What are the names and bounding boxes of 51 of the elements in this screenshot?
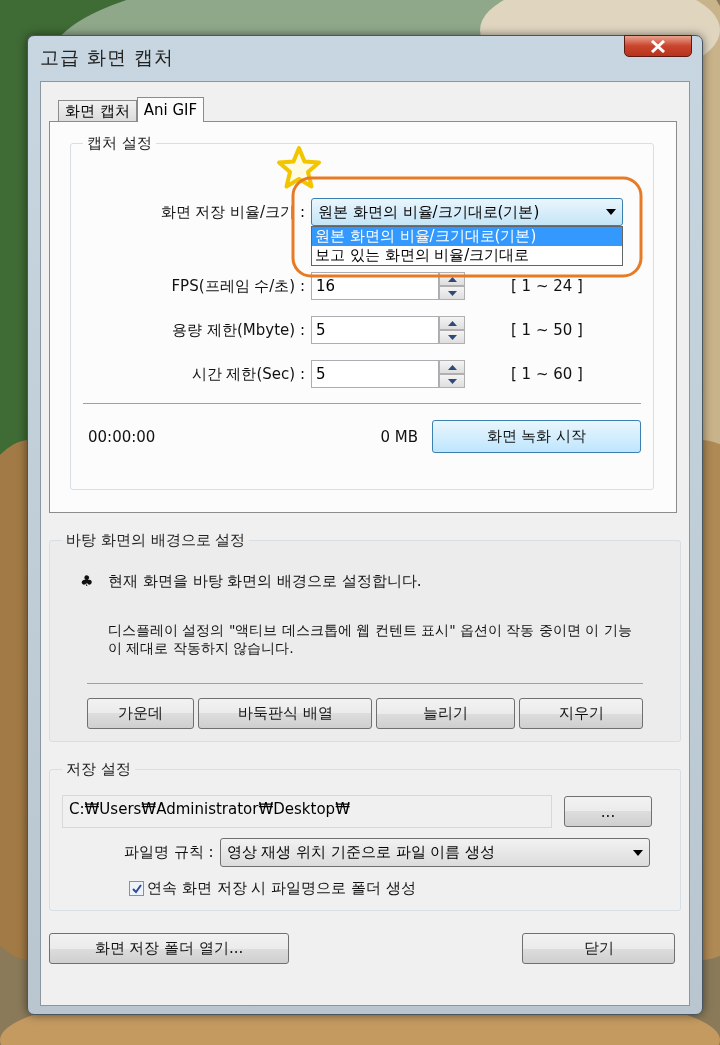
record-button[interactable]: 화면 녹화 시작 xyxy=(432,420,641,453)
number-field[interactable]: 5 xyxy=(311,316,439,344)
browse-button[interactable]: ... xyxy=(564,796,652,827)
open-folder-button[interactable]: 화면 저장 폴더 열기... xyxy=(49,933,289,964)
caret-icon xyxy=(606,209,616,215)
file-size: 0 MB xyxy=(380,427,418,446)
field-label: 용량 제한(Mbyte) : xyxy=(171,320,306,340)
spin-down-button[interactable] xyxy=(439,374,465,388)
up-arrow-icon xyxy=(447,320,457,326)
down-arrow-icon xyxy=(447,378,457,384)
spin-up-button[interactable] xyxy=(439,316,465,330)
down-arrow-icon xyxy=(447,334,457,340)
checkbox-label: 연속 화면 저장 시 파일명으로 폴더 생성 xyxy=(147,879,416,898)
spin-up-button[interactable] xyxy=(439,360,465,374)
number-field[interactable]: 16 xyxy=(311,272,439,300)
group-title: 캡처 설정 xyxy=(86,134,153,153)
up-arrow-icon xyxy=(447,364,457,370)
window-title: 고급 화면 캡처 xyxy=(40,45,175,70)
elapsed-time: 00:00:00 xyxy=(88,427,157,446)
number-field[interactable]: 5 xyxy=(311,360,439,388)
star-icon xyxy=(277,146,321,190)
close-icon xyxy=(650,39,666,53)
ratio-dropdown[interactable]: 원본 화면의 비율/크기대로(기본) xyxy=(311,198,623,226)
checkbox[interactable] xyxy=(129,881,144,896)
field-label: 시간 제한(Sec) : xyxy=(190,364,306,384)
close-dialog-button[interactable]: 닫기 xyxy=(522,933,675,964)
range-label: [ 1 ~ 24 ] xyxy=(511,277,583,295)
spin-down-button[interactable] xyxy=(439,286,465,300)
field-label: 파일명 규칙 : xyxy=(124,843,214,862)
wallpaper-button[interactable]: 늘리기 xyxy=(376,698,516,729)
group-title: 저장 설정 xyxy=(65,760,132,779)
range-label: [ 1 ~ 60 ] xyxy=(511,365,583,383)
path-field[interactable]: C:₩Users₩Administrator₩Desktop₩ xyxy=(62,795,552,828)
wallpaper-button[interactable]: 가운데 xyxy=(87,698,195,729)
group-title: 바탕 화면의 배경으로 설정 xyxy=(65,531,247,550)
down-arrow-icon xyxy=(447,290,457,296)
wallpaper-button[interactable]: 바둑판식 배열 xyxy=(198,698,373,729)
caret-icon xyxy=(632,849,643,856)
wallpaper-button[interactable]: 지우기 xyxy=(519,698,643,729)
warning-text: 디스플레이 설정의 "액티브 데스크톱에 웹 컨텐트 표시" 옵션이 작동 중이면 이 기능이 제대로 작동하지 않습니다. xyxy=(108,621,633,657)
up-arrow-icon xyxy=(447,276,457,282)
field-label: FPS(프레임 수/초) : xyxy=(170,276,306,296)
tab[interactable]: 화면 캡처 xyxy=(58,100,137,121)
check-icon xyxy=(131,883,142,894)
close-button[interactable] xyxy=(624,35,692,57)
range-label: [ 1 ~ 50 ] xyxy=(511,321,583,339)
spin-down-button[interactable] xyxy=(439,330,465,344)
tab[interactable]: Ani GIF xyxy=(136,97,205,122)
description-text: 현재 화면을 바탕 화면의 배경으로 설정합니다. xyxy=(108,572,422,591)
filename-rule-dropdown[interactable]: 영상 재생 위치 기준으로 파일 이름 생성 xyxy=(219,838,650,867)
bullet-symbol: ♣ xyxy=(80,572,95,590)
